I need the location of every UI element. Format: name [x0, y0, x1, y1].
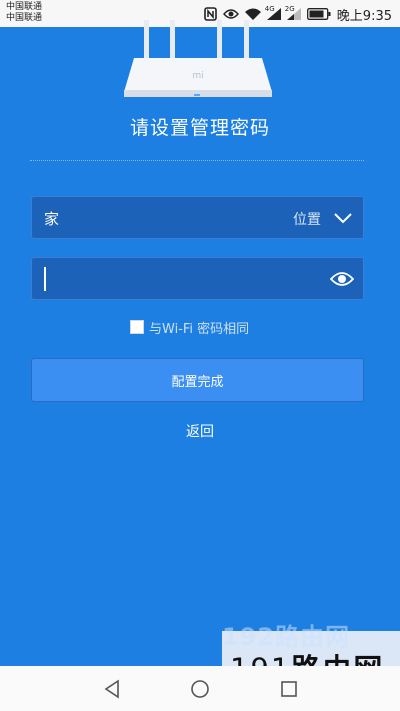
page-title: 请设置管理密码: [129, 117, 270, 139]
recent-apps-icon[interactable]: [278, 678, 300, 700]
battery-icon: [306, 8, 331, 20]
same-as-wifi-label: 与Wi-Fi 密码相同: [149, 321, 250, 337]
chevron-down-icon: [334, 213, 352, 224]
network-type-2: 2G: [284, 5, 295, 13]
signal-group-1: 4G: [264, 5, 281, 20]
network-type-1: 4G: [264, 5, 275, 13]
setup-screen: 中国联通 中国联通 4G 2G 晚上9:35 mi 请设置管理密码 家 位置 与…: [0, 0, 400, 711]
wifi-icon: [244, 8, 261, 20]
home-circle-icon[interactable]: [189, 678, 211, 700]
router-image: mi: [124, 20, 272, 97]
divider: [30, 160, 364, 161]
location-value: 家: [44, 210, 60, 228]
carrier-1: 中国联通: [6, 2, 43, 12]
finish-config-button[interactable]: 配置完成: [31, 358, 364, 402]
same-as-wifi-checkbox[interactable]: [130, 320, 144, 334]
clock: 晚上9:35: [336, 8, 392, 24]
same-as-wifi-row[interactable]: 与Wi-Fi 密码相同: [130, 318, 250, 337]
show-password-icon[interactable]: [330, 270, 354, 288]
location-hint: 位置: [293, 212, 321, 228]
nfc-icon: [203, 7, 217, 21]
text-cursor: [44, 267, 46, 291]
svg-text:mi: mi: [192, 71, 203, 81]
back-triangle-icon[interactable]: [101, 678, 123, 700]
back-link[interactable]: 返回: [0, 421, 400, 441]
signal-group-2: 2G: [284, 5, 301, 20]
password-field[interactable]: [31, 257, 364, 300]
eye-icon: [222, 9, 239, 19]
carrier-2: 中国联通: [6, 13, 43, 23]
location-select[interactable]: 家 位置: [31, 196, 364, 239]
navigation-bar: [0, 666, 400, 711]
carrier-labels: 中国联通 中国联通: [6, 2, 42, 24]
